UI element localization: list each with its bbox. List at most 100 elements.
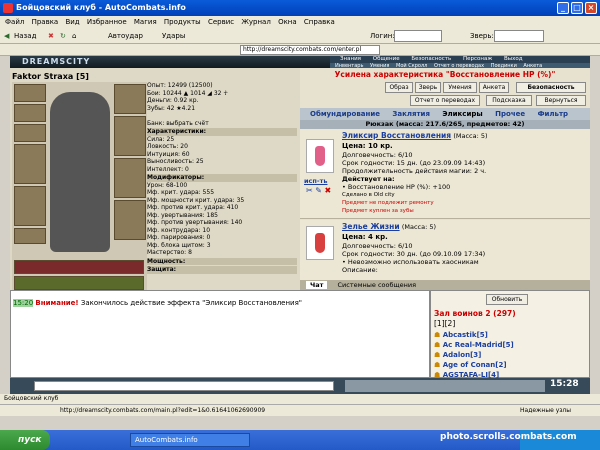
stat-agility: Ловкость: 20 (147, 143, 188, 150)
chat-tools[interactable] (345, 380, 545, 392)
menu-help[interactable]: Справка (304, 18, 335, 26)
browser-status-bar: http://dreamscity.combats.com/main.pl?ed… (0, 404, 600, 416)
taskbar: пуск AutoCombats.info photo.scrolls.comb… (0, 430, 600, 450)
players-panel: Обновить Зал воинов 2 (297) [1][2] ☗ Abc… (430, 290, 590, 379)
nav-knowledge[interactable]: Знания (340, 56, 361, 62)
hint-button[interactable]: Подсказка (486, 95, 532, 106)
mod-counter: Мф. контрудара: 10 (147, 226, 211, 234)
armor-slot[interactable] (14, 186, 46, 226)
nav-security[interactable]: Безопасность (411, 56, 451, 62)
item-name[interactable]: Эликсир Восстановления (342, 131, 451, 140)
item-warning: Предмет куплен за зубы (342, 208, 414, 214)
refresh-icon[interactable]: ↻ (60, 30, 66, 42)
amulet-slot[interactable] (14, 124, 46, 142)
transfers-report-button[interactable]: Отчет о переводах (410, 95, 480, 106)
player-entry[interactable]: ☗ Ac Real-Madrid[5] (434, 340, 514, 350)
menu-magic[interactable]: Магия (134, 18, 157, 26)
menu-edit[interactable]: Правка (32, 18, 59, 26)
boots-slot[interactable] (114, 200, 146, 240)
room-pages[interactable]: [1][2] (434, 319, 455, 328)
nav-exit[interactable]: Выход (504, 56, 523, 62)
start-button[interactable]: пуск (0, 430, 50, 450)
item-expiry: Срок годности: 30 дн. (до 09.10.09 17:34… (342, 250, 486, 258)
characteristics-header[interactable]: Характеристики: (147, 128, 297, 136)
menu-service[interactable]: Сервис (208, 18, 234, 26)
ring-slots[interactable] (114, 116, 146, 156)
player-entry[interactable]: ☗ Adalon[3] (434, 350, 514, 360)
item-mass: (Масса: 5) (453, 132, 488, 140)
inventory-item: исп-ть ✂ ✎ ✖ Эликсир Восстановления (Мас… (300, 129, 590, 219)
zver-button[interactable]: Зверь (415, 82, 441, 93)
menu-windows[interactable]: Окна (278, 18, 297, 26)
helmet-slot[interactable] (14, 84, 46, 102)
tab-equipment[interactable]: Обмундирование (310, 110, 380, 118)
item-name[interactable]: Зелье Жизни (342, 222, 400, 231)
belt-slot[interactable] (14, 228, 46, 244)
back-button[interactable]: Назад (14, 30, 36, 42)
player-entry[interactable]: ☗ Age of Conan[2] (434, 360, 514, 370)
defense-header[interactable]: Защита: (147, 266, 297, 274)
url-input[interactable]: http://dreamscity.combats.com/enter.pl (240, 45, 380, 55)
tab-other[interactable]: Прочее (495, 110, 525, 118)
autoudar-button[interactable]: Автоудар (108, 30, 143, 42)
right-frame-handle[interactable] (590, 56, 600, 378)
character-name[interactable]: Faktor Straxa [5] (12, 72, 152, 82)
nav-chat[interactable]: Общение (373, 56, 400, 62)
potion-belt[interactable] (14, 260, 144, 274)
item-price: Цена: 10 кр. (342, 142, 393, 150)
anketa-button[interactable]: Анкета (479, 82, 509, 93)
player-entry[interactable]: ☗ Abcastik[5] (434, 330, 514, 340)
mod-damage: Урон: 68-100 (147, 181, 188, 189)
menu-view[interactable]: Вид (65, 18, 79, 26)
nav-character[interactable]: Персонаж (463, 56, 492, 62)
clan-icon: ☗ (434, 361, 441, 369)
tab-spells[interactable]: Заклятия (392, 110, 430, 118)
tab-filter[interactable]: Фильтр (538, 110, 568, 118)
udary-button[interactable]: Удары (162, 30, 185, 42)
bank-link[interactable]: Банк: выбрать счёт (147, 120, 297, 128)
tab-chat[interactable]: Чат (306, 281, 328, 289)
close-button[interactable]: × (585, 2, 597, 14)
tab-system-messages[interactable]: Системные сообщения (337, 281, 416, 289)
item-price: Цена: 4 кр. (342, 233, 388, 241)
stat-money: Деньги: 0.92 кр. (147, 97, 199, 104)
modifiers-header[interactable]: Модификаторы: (147, 174, 297, 182)
back-arrow-icon[interactable]: ◀ (4, 30, 9, 42)
use-item-link[interactable]: исп-ть (304, 177, 327, 185)
earrings-slot[interactable] (14, 104, 46, 122)
menu-products[interactable]: Продукты (164, 18, 201, 26)
clan-icon: ☗ (434, 351, 441, 359)
maximize-button[interactable]: □ (571, 2, 583, 14)
chat-input[interactable] (34, 381, 334, 391)
status-zone: Надежные узлы (520, 407, 572, 414)
logo: DREAMSCITY (22, 57, 91, 66)
taskbar-app-button[interactable]: AutoCombats.info (130, 433, 250, 447)
security-button[interactable]: Безопасность (516, 82, 586, 93)
item-actions-icon[interactable]: ✂ ✎ ✖ (306, 186, 331, 195)
menu-file[interactable]: Файл (5, 18, 24, 26)
power-header[interactable]: Мощность: (147, 257, 297, 265)
refresh-button[interactable]: Обновить (486, 294, 528, 305)
login-input[interactable] (394, 30, 442, 42)
item-description: Описание: (342, 266, 378, 274)
obraz-button[interactable]: Образ (385, 82, 413, 93)
stat-experience: Опыт: 12499 (12500) (147, 82, 213, 89)
gloves-slot[interactable] (114, 84, 146, 114)
chat-window[interactable]: 15:20 Внимание! Закончилось действие эфф… (10, 290, 430, 378)
backpack-summary: Рюкзак (масса: 217.6/265, предметов: 42) (300, 120, 590, 129)
tab-elixirs[interactable]: Эликсиры (442, 110, 482, 118)
stat-spacer (147, 112, 297, 120)
return-button[interactable]: Вернуться (536, 95, 586, 106)
home-icon[interactable]: ⌂ (72, 30, 76, 42)
rune-belt[interactable] (14, 276, 144, 290)
menu-favorites[interactable]: Избранное (87, 18, 127, 26)
umeniya-button[interactable]: Умения (443, 82, 477, 93)
shield-slot[interactable] (114, 158, 146, 198)
watermark: photo.scrolls.combats.com (440, 432, 577, 442)
left-frame-handle[interactable] (0, 56, 10, 378)
minimize-button[interactable]: _ (557, 2, 569, 14)
weapon-slot[interactable] (14, 144, 46, 184)
menu-journal[interactable]: Журнал (241, 18, 270, 26)
stop-icon[interactable]: ✖ (48, 30, 54, 42)
zver-select[interactable] (494, 30, 544, 42)
